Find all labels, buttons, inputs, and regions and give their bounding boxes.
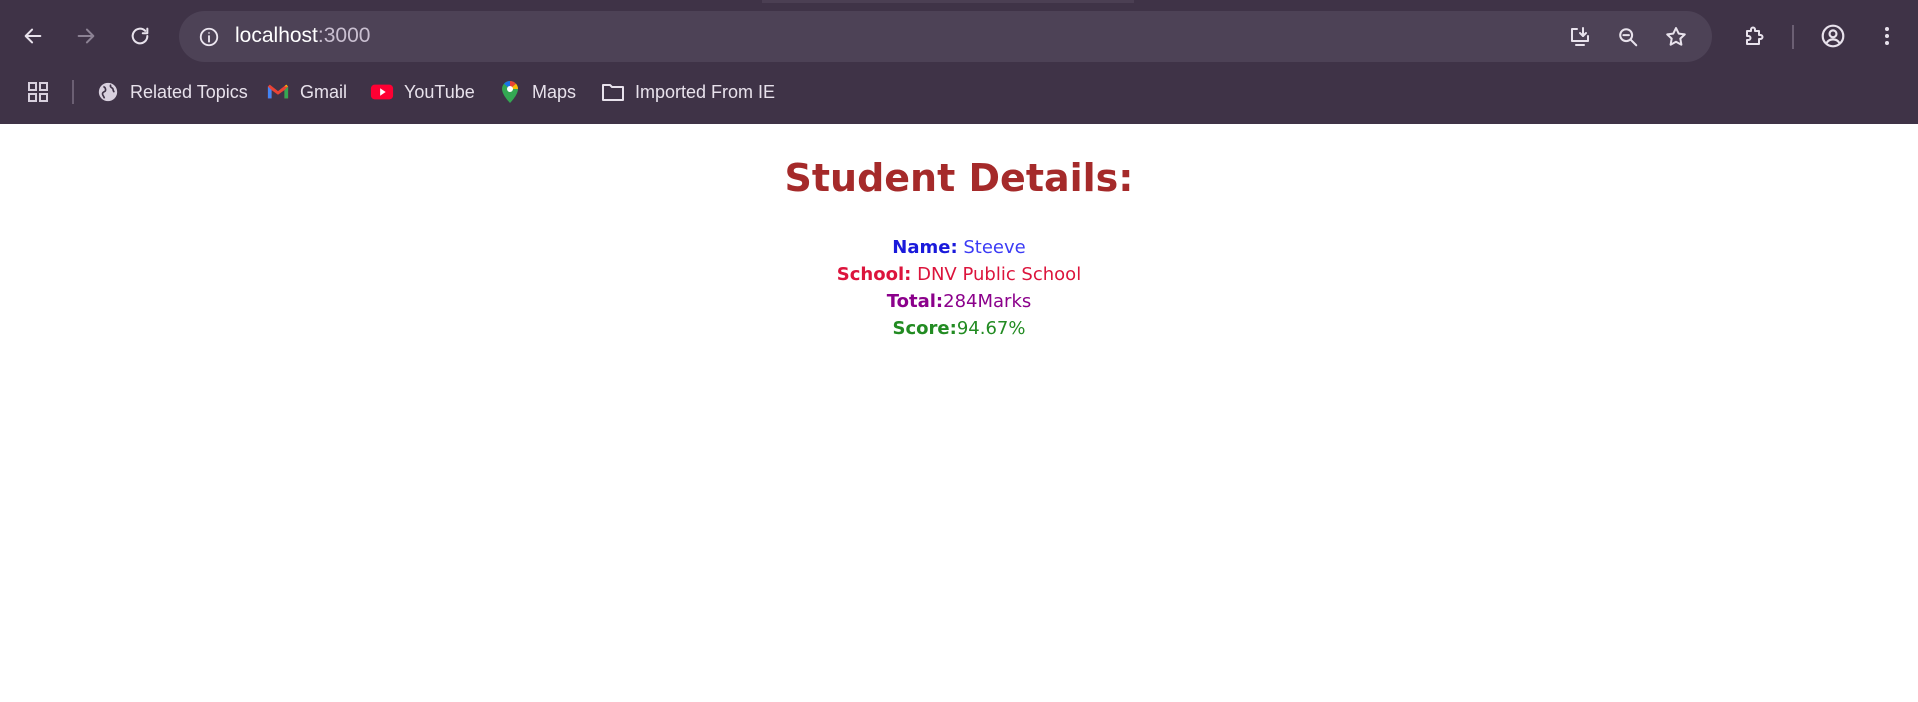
gmail-icon [266,80,290,104]
apps-grid-icon [28,82,48,102]
install-app-button[interactable] [1562,19,1598,55]
zoom-button[interactable] [1610,19,1646,55]
browser-chrome: localhost:3000 Related Topics Gmail YouT… [0,0,1918,124]
puzzle-icon [1746,26,1764,45]
reload-button[interactable] [120,16,160,56]
detail-row-score: Score:94.67% [0,315,1918,342]
bookmark-youtube[interactable]: YouTube [370,75,475,109]
url-text[interactable]: localhost:3000 [235,24,370,48]
site-info-button[interactable] [193,21,225,53]
page-title: Student Details: [784,156,1134,200]
star-icon [1666,27,1686,46]
reload-icon [131,27,149,45]
school-value: DNV Public School [911,264,1082,285]
back-arrow-icon [24,28,42,44]
name-value: Steeve [957,237,1026,258]
youtube-icon [370,80,394,104]
url-host: localhost [235,24,318,47]
address-bar[interactable]: localhost:3000 [179,11,1712,62]
bookmark-folder-imported-from-ie[interactable]: Imported From IE [601,75,775,109]
bookmark-label: Maps [532,81,577,102]
forward-arrow-icon [77,28,95,44]
bookmarks-separator [72,80,74,104]
browser-menu-button[interactable] [1867,16,1907,56]
browser-toolbar: localhost:3000 [0,10,1918,64]
score-label: Score: [892,318,957,339]
info-icon [199,27,219,47]
bookmark-label: Related Topics [130,81,248,102]
kebab-menu-icon [1885,27,1889,45]
school-label: School: [836,264,912,285]
bookmark-maps[interactable]: Maps [498,75,576,109]
globe-icon [96,80,120,104]
total-label: Total: [886,291,944,312]
score-value: 94.67% [956,318,1026,339]
bookmark-label: YouTube [404,81,475,102]
forward-button[interactable] [66,16,106,56]
bookmark-label: Imported From IE [635,81,776,102]
active-tab-indicator [762,0,1134,3]
total-value: 284Marks [943,291,1032,312]
folder-icon [601,80,625,104]
install-app-icon [1571,27,1589,46]
toolbar-separator [1792,25,1794,49]
profile-icon [1821,24,1845,48]
bookmark-star-button[interactable] [1658,19,1694,55]
name-label: Name: [892,237,958,258]
student-details: Name: Steeve School: DNV Public School T… [0,234,1918,342]
bookmark-related-topics[interactable]: Related Topics [96,75,248,109]
profile-button[interactable] [1813,16,1853,56]
detail-row-name: Name: Steeve [0,234,1918,261]
bookmarks-bar: Related Topics Gmail YouTube Maps Import [0,72,1918,112]
zoom-out-icon [1619,28,1638,47]
back-button[interactable] [13,16,53,56]
extensions-button[interactable] [1734,16,1774,56]
detail-row-total: Total:284Marks [0,288,1918,315]
page-content: Student Details: Name: Steeve School: DN… [0,124,1918,702]
url-port: :3000 [317,24,371,47]
detail-row-school: School: DNV Public School [0,261,1918,288]
bookmark-label: Gmail [300,81,348,102]
apps-button[interactable] [22,76,54,108]
maps-pin-icon [498,80,522,104]
bookmark-gmail[interactable]: Gmail [266,75,347,109]
